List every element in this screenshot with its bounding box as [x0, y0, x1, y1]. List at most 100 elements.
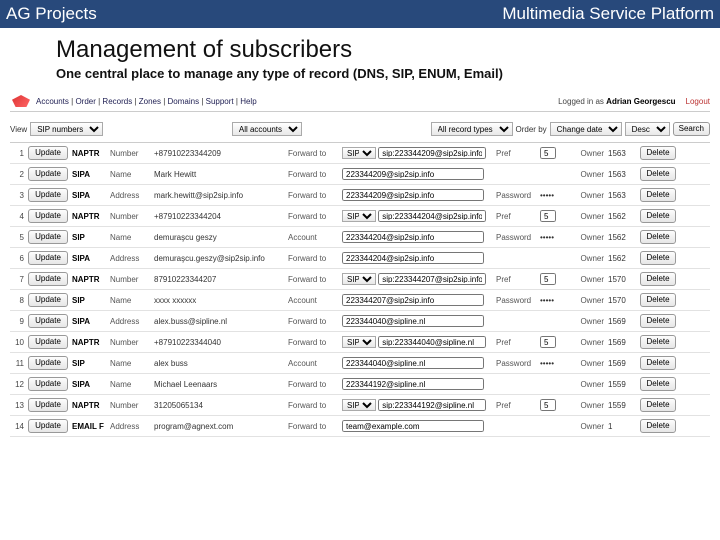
delete-button[interactable]: Delete [640, 356, 676, 370]
owner-label: Owner [570, 212, 604, 221]
update-button[interactable]: Update [28, 209, 68, 223]
record-row: 9UpdateSIPAAddressalex.buss@sipline.nlFo… [10, 311, 710, 332]
pref-input[interactable] [540, 399, 556, 411]
pref-input[interactable] [540, 273, 556, 285]
update-button[interactable]: Update [28, 293, 68, 307]
target-input[interactable] [378, 336, 486, 348]
password-label: Password [496, 191, 536, 200]
target-input[interactable] [342, 231, 484, 243]
target-label: Account [288, 359, 338, 368]
logout-link[interactable]: Logout [686, 97, 710, 106]
update-button[interactable]: Update [28, 188, 68, 202]
delete-button[interactable]: Delete [640, 335, 676, 349]
update-button[interactable]: Update [28, 335, 68, 349]
account-filter-select[interactable]: All accounts [232, 122, 302, 136]
sort-direction-select[interactable]: Desc [625, 122, 670, 136]
update-button[interactable]: Update [28, 314, 68, 328]
update-button[interactable]: Update [28, 167, 68, 181]
key-value: +87910223344209 [154, 149, 284, 158]
forward-protocol-select[interactable]: SIP [342, 399, 376, 411]
target-input[interactable] [342, 378, 484, 390]
record-type-filter-select[interactable]: All record types [431, 122, 513, 136]
target-input[interactable] [378, 147, 486, 159]
forward-protocol-select[interactable]: SIP [342, 210, 376, 222]
pref-input[interactable] [540, 147, 556, 159]
key-value: 31205065134 [154, 401, 284, 410]
target-input[interactable] [342, 357, 484, 369]
delete-button[interactable]: Delete [640, 314, 676, 328]
target-label: Forward to [288, 317, 338, 326]
update-button[interactable]: Update [28, 356, 68, 370]
update-button[interactable]: Update [28, 419, 68, 433]
key-value: Mark Hewitt [154, 170, 284, 179]
key-value: program@agnext.com [154, 422, 284, 431]
record-type: NAPTR [72, 275, 106, 284]
key-value: xxxx xxxxxx [154, 296, 284, 305]
target-input[interactable] [378, 210, 486, 222]
platform-name: Multimedia Service Platform [502, 4, 714, 24]
forward-protocol-select[interactable]: SIP [342, 147, 376, 159]
key-value: alex buss [154, 359, 284, 368]
delete-button[interactable]: Delete [640, 188, 676, 202]
owner-value: 1570 [608, 296, 636, 305]
pref-input[interactable] [540, 336, 556, 348]
update-button[interactable]: Update [28, 251, 68, 265]
target-input[interactable] [378, 273, 486, 285]
record-type: SIPA [72, 191, 106, 200]
key-value: mark.hewitt@sip2sip.info [154, 191, 284, 200]
record-type: SIP [72, 233, 106, 242]
row-index: 13 [10, 401, 24, 410]
target-input[interactable] [342, 294, 484, 306]
key-label: Number [110, 149, 150, 158]
delete-button[interactable]: Delete [640, 230, 676, 244]
nav-link[interactable]: Order [75, 97, 95, 106]
target-input[interactable] [342, 168, 484, 180]
nav-link[interactable]: Help [240, 97, 256, 106]
order-by-select[interactable]: Change date [550, 122, 622, 136]
pref-label: Pref [496, 338, 536, 347]
row-index: 6 [10, 254, 24, 263]
filter-bar: View SIP numbers All accounts All record… [10, 112, 710, 142]
target-input[interactable] [342, 189, 484, 201]
update-button[interactable]: Update [28, 272, 68, 286]
nav-link[interactable]: Zones [139, 97, 161, 106]
search-button[interactable]: Search [673, 122, 710, 136]
delete-button[interactable]: Delete [640, 419, 676, 433]
record-scope-select[interactable]: SIP numbers [30, 122, 103, 136]
target-input[interactable] [342, 252, 484, 264]
forward-protocol-select[interactable]: SIP [342, 273, 376, 285]
update-button[interactable]: Update [28, 377, 68, 391]
delete-button[interactable]: Delete [640, 146, 676, 160]
record-row: 12UpdateSIPANameMichael LeenaarsForward … [10, 374, 710, 395]
owner-label: Owner [570, 233, 604, 242]
screenshot-panel: Accounts | Order | Records | Zones | Dom… [0, 87, 720, 437]
nav-link[interactable]: Domains [168, 97, 200, 106]
update-button[interactable]: Update [28, 398, 68, 412]
nav-link[interactable]: Accounts [36, 97, 69, 106]
target-cell: SIP [342, 336, 492, 349]
delete-button[interactable]: Delete [640, 377, 676, 391]
target-input[interactable] [342, 315, 484, 327]
nav-link[interactable]: Support [206, 97, 234, 106]
target-input[interactable] [378, 399, 486, 411]
pref-input[interactable] [540, 210, 556, 222]
delete-button[interactable]: Delete [640, 398, 676, 412]
delete-button[interactable]: Delete [640, 293, 676, 307]
delete-button[interactable]: Delete [640, 209, 676, 223]
delete-button[interactable]: Delete [640, 272, 676, 286]
password-label: Password [496, 233, 536, 242]
pref-label: Pref [496, 275, 536, 284]
delete-button[interactable]: Delete [640, 251, 676, 265]
row-index: 8 [10, 296, 24, 305]
record-row: 1UpdateNAPTRNumber+87910223344209Forward… [10, 143, 710, 164]
update-button[interactable]: Update [28, 230, 68, 244]
app-logo-icon [12, 95, 30, 107]
target-input[interactable] [342, 420, 484, 432]
nav-link[interactable]: Records [102, 97, 132, 106]
delete-button[interactable]: Delete [640, 167, 676, 181]
update-button[interactable]: Update [28, 146, 68, 160]
password-value: ••••• [540, 233, 566, 242]
forward-protocol-select[interactable]: SIP [342, 336, 376, 348]
target-label: Account [288, 233, 338, 242]
key-label: Address [110, 317, 150, 326]
